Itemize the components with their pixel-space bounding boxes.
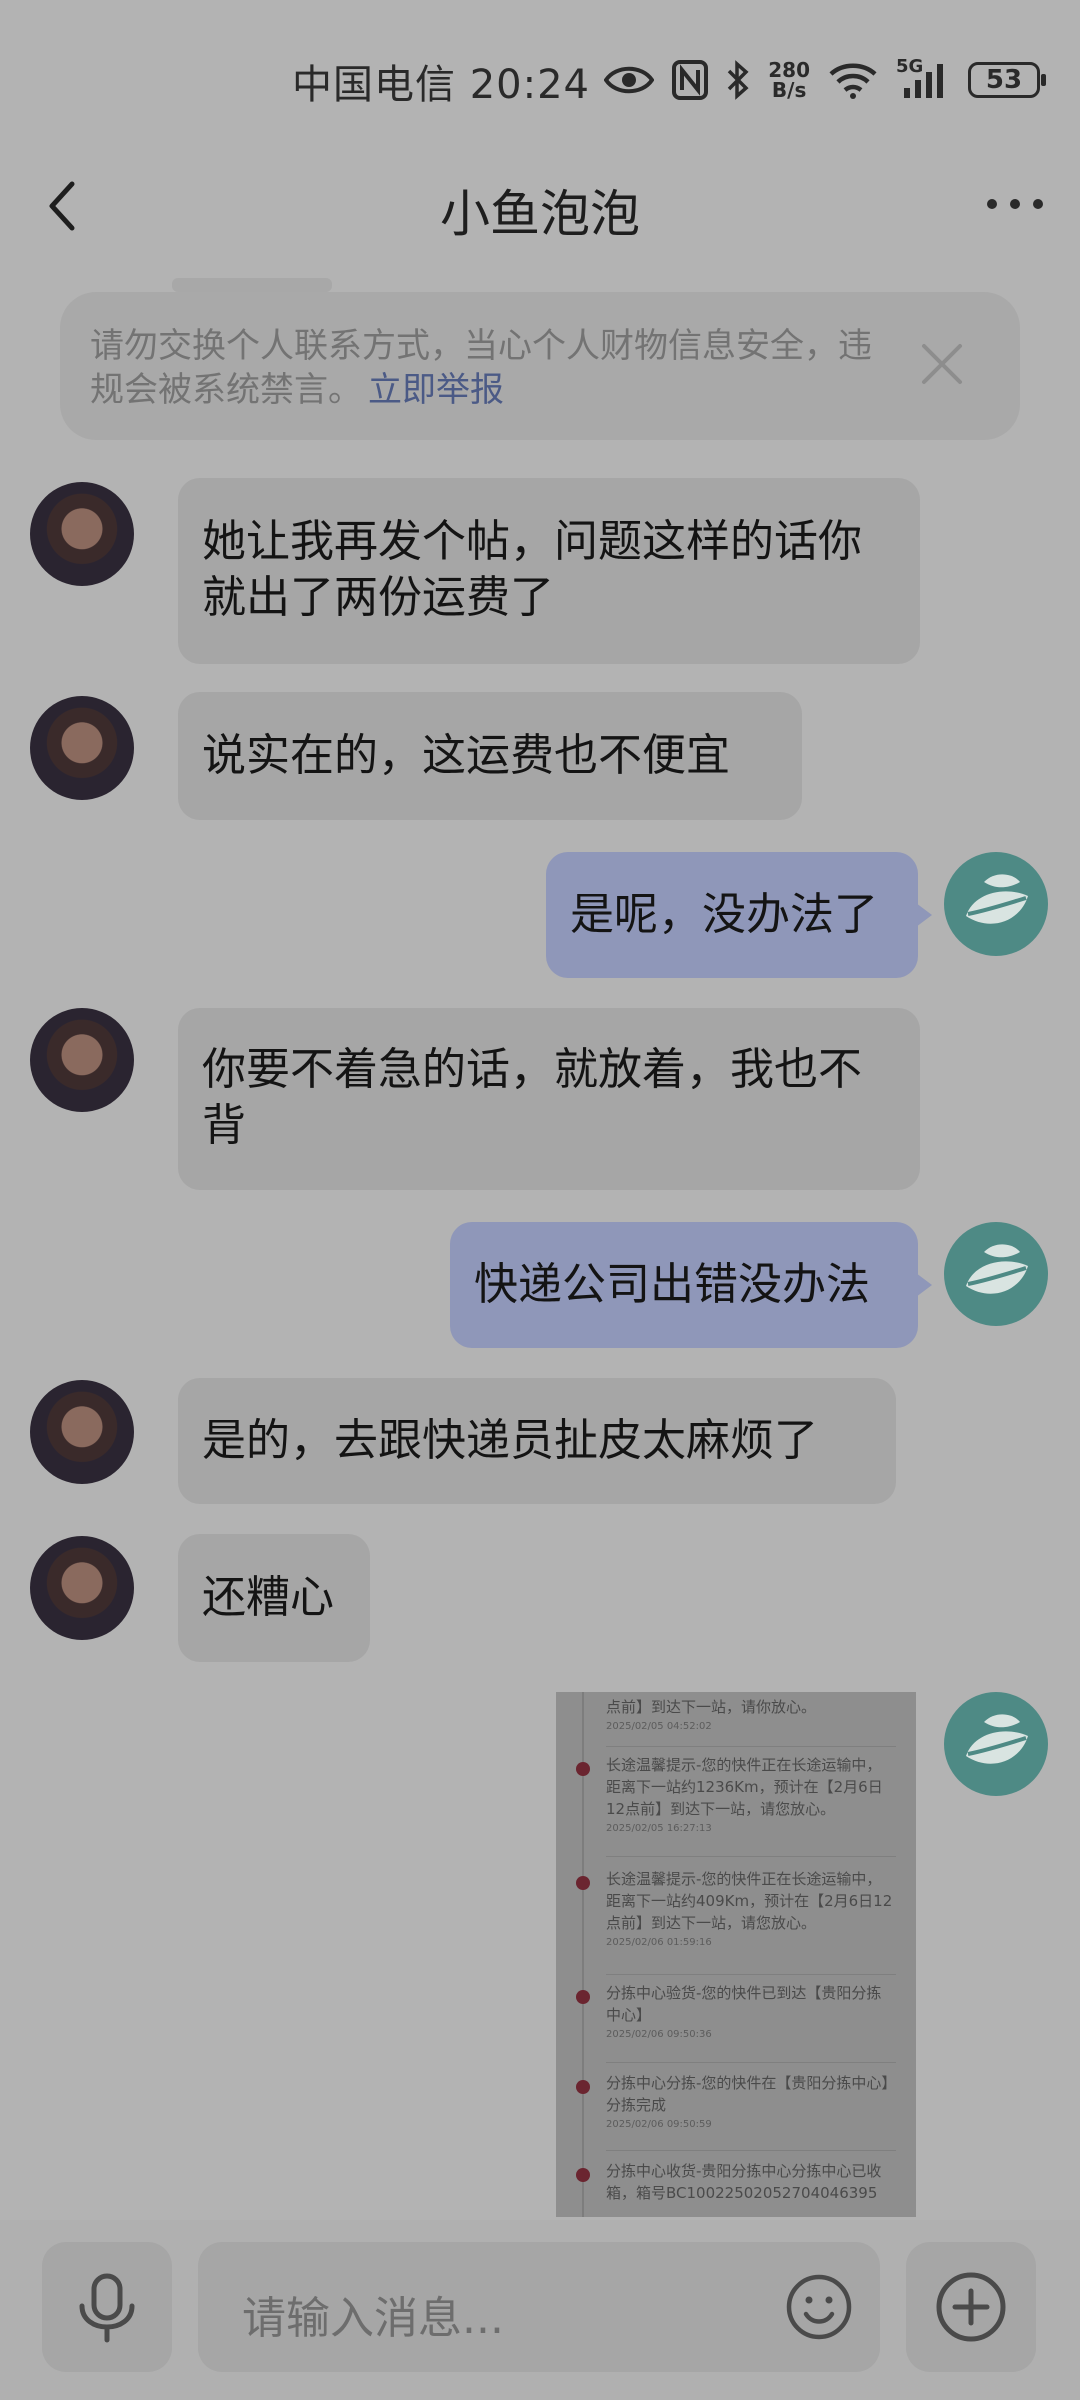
tracking-entry-time: 2025/02/06 09:50:36 — [606, 2029, 712, 2040]
emoji-button[interactable] — [784, 2272, 854, 2342]
divider — [606, 1856, 896, 1857]
signal-icon: 5G — [896, 56, 950, 100]
message-row: 她让我再发个帖，问题这样的话你就出了两份运费了 — [0, 478, 1080, 668]
timeline-dot — [576, 2168, 590, 2182]
safety-notice: 请勿交换个人联系方式，当心个人财物信息安全，违规会被系统禁言。 立即举报 — [60, 292, 1020, 440]
tracking-entry-time: 2025/02/05 04:52:02 — [606, 1721, 712, 1732]
leaf-logo-icon — [966, 874, 1028, 924]
nfc-icon — [672, 60, 709, 100]
contact-avatar[interactable] — [30, 1536, 134, 1640]
message-bubble-received[interactable]: 还糟心 — [178, 1534, 370, 1662]
message-bubble-received[interactable]: 说实在的，这运费也不便宜 — [178, 692, 802, 820]
message-bubble-received[interactable]: 你要不着急的话，就放着，我也不背 — [178, 1008, 920, 1190]
timeline-dot — [576, 2080, 590, 2094]
tracking-entry-text: 长途温馨提示-您的快件正在长途运输中，距离下一站约409Km，预计在【2月6日1… — [606, 1870, 893, 1932]
notice-close-button[interactable] — [912, 334, 972, 394]
message-bubble-received[interactable]: 她让我再发个帖，问题这样的话你就出了两份运费了 — [178, 478, 920, 664]
battery-indicator: 53 — [968, 62, 1046, 98]
more-dots-icon — [987, 199, 1043, 209]
network-speed: 280 B/s — [768, 60, 810, 100]
eye-icon — [604, 66, 655, 94]
microphone-icon — [79, 2273, 135, 2343]
report-link[interactable]: 立即举报 — [368, 370, 504, 410]
tracking-entry-text: 分拣中心分拣-您的快件在【贵阳分拣中心】分拣完成 — [606, 2074, 889, 2114]
user-avatar[interactable] — [944, 1222, 1048, 1326]
voice-button[interactable] — [42, 2242, 172, 2372]
timeline-dot — [576, 1990, 590, 2004]
message-row: 还糟心 — [0, 1534, 1080, 1664]
user-avatar[interactable] — [944, 1692, 1048, 1796]
wifi-icon — [829, 63, 877, 99]
shared-image-message[interactable]: 点前】到达下一站，请你放心。 2025/02/05 04:52:02 长途温馨提… — [556, 1692, 916, 2217]
network-speed-value: 280 — [768, 58, 810, 82]
message-bubble-received[interactable]: 是的，去跟快递员扯皮太麻烦了 — [178, 1378, 896, 1504]
timeline-dot — [576, 1876, 590, 1890]
plus-circle-icon — [936, 2272, 1006, 2342]
message-input-placeholder: 请输入消息... — [242, 2293, 504, 2344]
message-input[interactable]: 请输入消息... — [198, 2242, 880, 2372]
tracking-entry-text: 点前】到达下一站，请你放心。 — [606, 1698, 817, 1716]
tracking-entry-text: 长途温馨提示-您的快件正在长途运输中，距离下一站约1236Km，预计在【2月6日… — [606, 1756, 883, 1818]
timeline-dot — [576, 1762, 590, 1776]
message-row: 是呢，没办法了 — [0, 852, 1080, 982]
bluetooth-icon — [728, 60, 749, 100]
message-row: 是的，去跟快递员扯皮太麻烦了 — [0, 1378, 1080, 1508]
more-options-button[interactable] — [980, 184, 1050, 224]
tracking-entry-text: 分拣中心验货-您的快件已到达【贵阳分拣中心】 — [606, 1984, 882, 2024]
network-speed-unit: B/s — [771, 78, 807, 102]
leaf-logo-icon — [966, 1714, 1028, 1764]
close-icon — [922, 344, 962, 384]
user-avatar[interactable] — [944, 852, 1048, 956]
divider — [606, 2150, 896, 2151]
divider — [606, 1974, 896, 1975]
tracking-entry: 分拣中心分拣-您的快件在【贵阳分拣中心】分拣完成 2025/02/06 09:5… — [606, 2072, 896, 2134]
partially-hidden-message — [172, 278, 332, 292]
message-row: 快递公司出错没办法 — [0, 1222, 1080, 1352]
tracking-entry: 长途温馨提示-您的快件正在长途运输中，距离下一站约1236Km，预计在【2月6日… — [606, 1754, 896, 1838]
message-bubble-sent[interactable]: 是呢，没办法了 — [546, 852, 932, 978]
status-icons: 280 B/s 5G 53 — [604, 50, 1046, 110]
tracking-entry-text: 分拣中心收货-贵阳分拣中心分拣中心已收箱，箱号BC100225020527040… — [606, 2162, 882, 2202]
tracking-entry-time: 2025/02/05 16:27:13 — [606, 1823, 712, 1834]
carrier-time: 中国电信 20:24 — [292, 62, 590, 108]
message-bubble-sent[interactable]: 快递公司出错没办法 — [450, 1222, 932, 1348]
input-bar: 请输入消息... — [0, 2220, 1080, 2400]
divider — [606, 1746, 896, 1747]
contact-avatar[interactable] — [30, 696, 134, 800]
tracking-entry: 分拣中心验货-您的快件已到达【贵阳分拣中心】 2025/02/06 09:50:… — [606, 1982, 896, 2044]
message-row: 说实在的，这运费也不便宜 — [0, 692, 1080, 822]
chat-title: 小鱼泡泡 — [440, 185, 640, 243]
status-bar: 中国电信 20:24 280 B/s 5G 53 — [0, 0, 1080, 150]
more-actions-button[interactable] — [906, 2242, 1036, 2372]
contact-avatar[interactable] — [30, 1008, 134, 1112]
tracking-entry: 长途温馨提示-您的快件正在长途运输中，距离下一站约409Km，预计在【2月6日1… — [606, 1868, 896, 1952]
tracking-entry: 分拣中心收货-贵阳分拣中心分拣中心已收箱，箱号BC100225020527040… — [606, 2160, 896, 2204]
tracking-entry-time: 2025/02/06 01:59:16 — [606, 1937, 712, 1948]
contact-avatar[interactable] — [30, 1380, 134, 1484]
tracking-entry: 点前】到达下一站，请你放心。 2025/02/05 04:52:02 — [606, 1696, 896, 1736]
leaf-logo-icon — [966, 1244, 1028, 1294]
tracking-entry-time: 2025/02/06 09:50:59 — [606, 2119, 712, 2130]
contact-avatar[interactable] — [30, 482, 134, 586]
divider — [606, 2062, 896, 2063]
smiley-icon — [786, 2274, 852, 2340]
message-row: 你要不着急的话，就放着，我也不背 — [0, 1008, 1080, 1198]
chat-header: 小鱼泡泡 — [0, 150, 1080, 270]
